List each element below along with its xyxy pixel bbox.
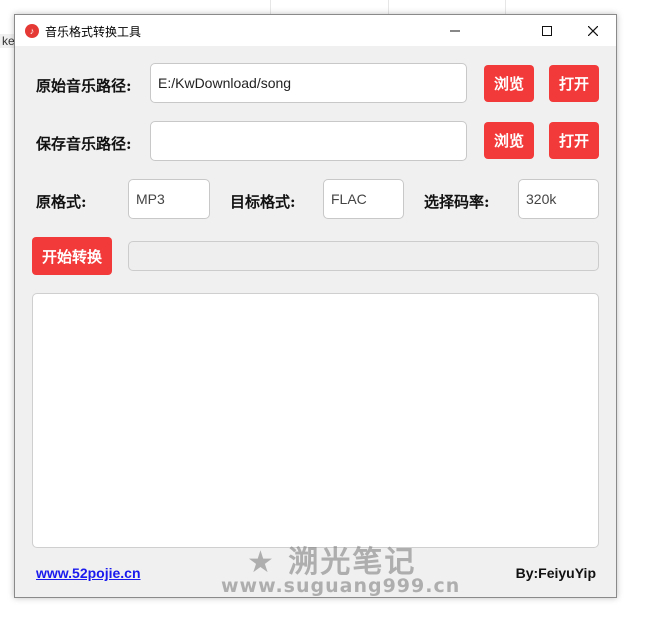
title-bar[interactable]: ♪ 音乐格式转换工具 — [15, 15, 616, 46]
source-path-label: 原始音乐路径: — [36, 77, 132, 95]
source-format-input[interactable]: MP3 — [128, 179, 210, 219]
source-format-value: MP3 — [136, 191, 165, 207]
maximize-button[interactable] — [524, 15, 570, 46]
target-format-label: 目标格式: — [230, 193, 296, 211]
background-divider — [270, 0, 271, 14]
website-link[interactable]: www.52pojie.cn — [36, 565, 141, 581]
target-path-input[interactable] — [150, 121, 467, 161]
app-window: ♪ 音乐格式转换工具 原始音乐路径: E:/KwDownload/song 浏览… — [14, 14, 617, 598]
bitrate-value: 320k — [526, 191, 557, 207]
close-icon — [588, 25, 598, 36]
target-browse-button[interactable]: 浏览 — [484, 122, 534, 159]
minimize-icon — [450, 30, 460, 31]
background-divider — [505, 0, 506, 14]
close-button[interactable] — [570, 15, 616, 46]
watermark-url: www.suguang999.cn — [221, 575, 461, 597]
source-path-value: E:/KwDownload/song — [158, 75, 292, 91]
maximize-icon — [542, 25, 552, 36]
window-title: 音乐格式转换工具 — [45, 25, 142, 39]
source-path-input[interactable]: E:/KwDownload/song — [150, 63, 467, 103]
target-path-label: 保存音乐路径: — [36, 135, 132, 153]
source-open-button[interactable]: 打开 — [549, 65, 599, 102]
conversion-progress-bar — [128, 241, 599, 271]
start-convert-button[interactable]: 开始转换 — [32, 237, 112, 275]
author-credit: By:FeiyuYip — [515, 565, 596, 581]
bitrate-input[interactable]: 320k — [518, 179, 599, 219]
target-format-input[interactable]: FLAC — [323, 179, 404, 219]
source-format-label: 原格式: — [36, 193, 87, 211]
target-format-value: FLAC — [331, 191, 367, 207]
source-browse-button[interactable]: 浏览 — [484, 65, 534, 102]
bitrate-label: 选择码率: — [424, 193, 490, 211]
minimize-button[interactable] — [432, 15, 478, 46]
music-note-icon: ♪ — [25, 24, 39, 38]
background-divider — [388, 0, 389, 14]
target-open-button[interactable]: 打开 — [549, 122, 599, 159]
log-output-area[interactable] — [32, 293, 599, 548]
